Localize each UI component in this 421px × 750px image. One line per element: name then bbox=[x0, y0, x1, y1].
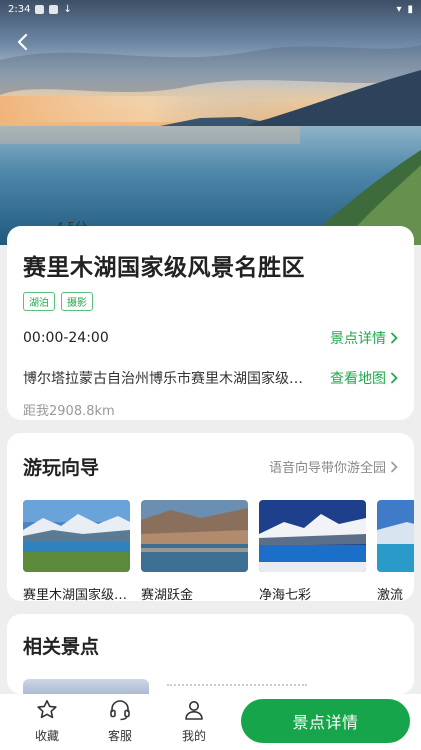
favorite-label: 收藏 bbox=[34, 729, 59, 743]
chevron-right-icon bbox=[391, 372, 398, 384]
chevron-left-icon bbox=[17, 33, 28, 51]
guide-item[interactable]: 净海七彩 bbox=[259, 500, 366, 601]
user-icon bbox=[185, 701, 203, 720]
service-label: 客服 bbox=[107, 729, 132, 743]
guide-label: 激流 bbox=[377, 588, 404, 601]
distance-text: 距我2908.8km bbox=[23, 404, 115, 419]
voice-guide-label: 语音向导带你游全园 bbox=[268, 461, 386, 476]
guide-item[interactable]: 激流 bbox=[377, 500, 414, 601]
tag-lake: 湖泊 bbox=[23, 292, 55, 311]
mine-button[interactable]: 我的 bbox=[169, 698, 219, 744]
status-bar: 2:34 ↓ ▾ ▮ bbox=[0, 0, 421, 18]
voice-guide-link[interactable]: 语音向导带你游全园 bbox=[269, 457, 398, 476]
spot-detail-link[interactable]: 景点详情 bbox=[330, 328, 398, 348]
related-item-title bbox=[167, 684, 307, 694]
tag-list: 湖泊 摄影 bbox=[23, 292, 398, 311]
view-map-label: 查看地图 bbox=[330, 371, 386, 387]
spot-detail-label: 景点详情 bbox=[330, 331, 386, 347]
guide-label: 赛里木湖国家级风景名胜区 bbox=[23, 588, 130, 601]
notification-icon bbox=[49, 4, 59, 14]
battery-icon: ▮ bbox=[407, 3, 413, 15]
address-row: 博尔塔拉蒙古自治州博乐市赛里木湖国家级风景名胜区 查看地图 bbox=[23, 368, 398, 388]
tag-photography: 摄影 bbox=[61, 292, 93, 311]
guide-label: 净海七彩 bbox=[259, 588, 312, 601]
headset-icon bbox=[110, 700, 130, 721]
related-card: 相关景点 bbox=[7, 614, 414, 694]
star-icon bbox=[37, 700, 57, 719]
view-map-link[interactable]: 查看地图 bbox=[330, 368, 398, 388]
guide-thumbnail bbox=[23, 500, 130, 572]
spot-detail-button[interactable]: 景点详情 bbox=[241, 699, 410, 743]
spot-info-card: 赛里木湖国家级风景名胜区 湖泊 摄影 00:00-24:00 景点详情 博尔塔拉… bbox=[7, 226, 414, 420]
opening-hours: 00:00-24:00 bbox=[23, 330, 109, 346]
guide-item[interactable]: 赛湖跃金 bbox=[141, 500, 248, 601]
related-thumbnail[interactable] bbox=[23, 679, 149, 694]
hours-row: 00:00-24:00 景点详情 bbox=[23, 328, 398, 348]
guide-card: 游玩向导 语音向导带你游全园 赛里木湖国家级风景名胜区 bbox=[7, 433, 414, 601]
guide-list: 赛里木湖国家级风景名胜区 赛湖跃金 bbox=[23, 500, 414, 601]
guide-item[interactable]: 赛里木湖国家级风景名胜区 bbox=[23, 500, 130, 601]
guide-thumbnail bbox=[377, 500, 414, 572]
favorite-button[interactable]: 收藏 bbox=[22, 698, 72, 744]
notification-icon bbox=[35, 4, 45, 14]
address-text: 博尔塔拉蒙古自治州博乐市赛里木湖国家级风景名胜区 bbox=[23, 371, 305, 387]
download-icon: ↓ bbox=[63, 3, 72, 15]
related-title: 相关景点 bbox=[23, 636, 100, 658]
chevron-right-icon bbox=[391, 332, 398, 344]
guide-thumbnail bbox=[141, 500, 248, 572]
guide-thumbnail bbox=[259, 500, 366, 572]
guide-label: 赛湖跃金 bbox=[141, 588, 194, 601]
status-time: 2:34 bbox=[8, 3, 31, 15]
signal-icon: ▾ bbox=[396, 3, 402, 15]
mine-label: 我的 bbox=[181, 729, 206, 743]
customer-service-button[interactable]: 客服 bbox=[95, 698, 145, 744]
hero-image bbox=[0, 0, 421, 245]
page-title: 赛里木湖国家级风景名胜区 bbox=[23, 255, 305, 281]
chevron-right-icon bbox=[391, 461, 398, 472]
guide-title: 游玩向导 bbox=[23, 457, 100, 479]
bottom-action-bar: 收藏 客服 我的 景点详情 bbox=[0, 694, 421, 750]
back-button[interactable] bbox=[10, 30, 34, 54]
